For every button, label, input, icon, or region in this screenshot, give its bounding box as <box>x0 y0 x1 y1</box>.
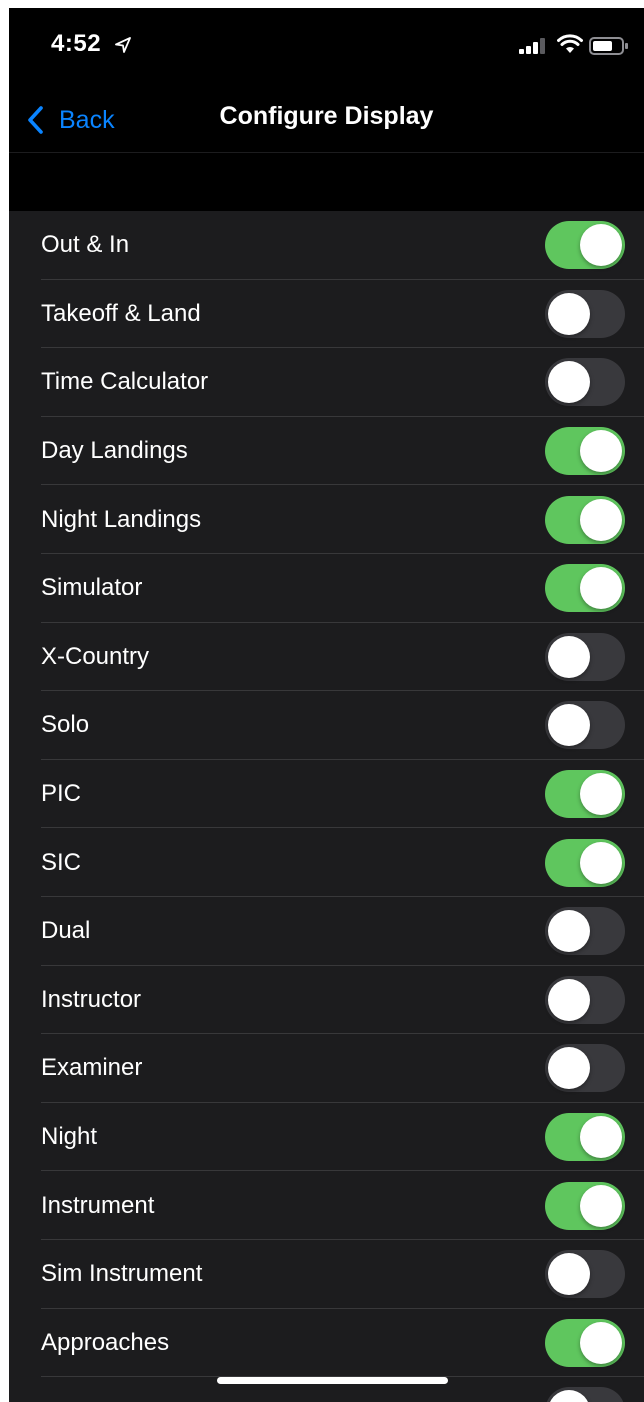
toggle-switch[interactable] <box>545 770 625 819</box>
status-time: 4:52 <box>51 30 102 57</box>
settings-row: Takeoff & Land <box>9 280 644 349</box>
toggle-switch[interactable] <box>545 1181 625 1230</box>
settings-row-label: Instrument <box>41 1191 155 1219</box>
settings-row: Out & In <box>9 211 644 280</box>
settings-row: Solo <box>9 691 644 760</box>
settings-row: X-Country <box>9 623 644 692</box>
location-arrow-icon <box>115 37 131 53</box>
toggle-switch[interactable] <box>545 1387 625 1402</box>
settings-row-label: Time Calculator <box>41 368 209 396</box>
toggle-switch[interactable] <box>545 221 625 270</box>
app-screen: 4:52 Back Configure Display Out & In Tak… <box>9 8 644 1402</box>
cellular-signal-icon <box>519 38 545 54</box>
settings-row-label: Examiner <box>41 1054 143 1082</box>
settings-row: Examiner <box>9 1034 644 1103</box>
toggle-switch[interactable] <box>545 358 625 407</box>
toggle-knob <box>580 567 622 610</box>
settings-row-label: Out & In <box>41 231 130 259</box>
toggle-knob <box>548 292 590 335</box>
settings-row-label: SIC <box>41 848 82 876</box>
settings-row: Day Landings <box>9 417 644 486</box>
settings-row: PIC <box>9 760 644 829</box>
settings-row-label: Takeoff & Land <box>41 299 201 327</box>
toggle-knob <box>580 841 622 884</box>
settings-row-label: Day Landings <box>41 437 188 465</box>
settings-row: Time Calculator <box>9 348 644 417</box>
toggle-knob <box>548 361 590 404</box>
settings-row: SIC <box>9 828 644 897</box>
toggle-switch[interactable] <box>545 495 625 544</box>
toggle-knob <box>548 704 590 747</box>
battery-icon <box>589 37 628 55</box>
settings-row: Instructor <box>9 966 644 1035</box>
settings-row: Instrument <box>9 1171 644 1240</box>
settings-row-label: Instructor <box>41 985 142 1013</box>
settings-row: Night <box>9 1103 644 1172</box>
settings-row: Approaches <box>9 1309 644 1378</box>
toggle-switch[interactable] <box>545 975 625 1024</box>
toggle-knob <box>548 1253 590 1296</box>
wifi-icon <box>557 34 583 53</box>
settings-row: Night Landings <box>9 485 644 554</box>
settings-row-label: Sim Instrument <box>41 1260 203 1288</box>
toggle-knob <box>580 1116 622 1159</box>
settings-row: Simulator <box>9 554 644 623</box>
home-indicator[interactable] <box>217 1377 448 1384</box>
page-title: Configure Display <box>219 102 434 130</box>
toggle-switch[interactable] <box>545 632 625 681</box>
toggle-knob <box>580 224 622 267</box>
toggle-knob <box>548 1047 590 1090</box>
toggle-knob <box>580 1184 622 1227</box>
toggle-switch[interactable] <box>545 1318 625 1367</box>
toggle-switch[interactable] <box>545 427 625 476</box>
toggle-knob <box>548 635 590 678</box>
toggle-knob <box>580 498 622 541</box>
settings-list: Out & In Takeoff & Land Time Calculator Day… <box>9 211 644 1402</box>
settings-row-label: X-Country <box>41 642 150 670</box>
toggle-knob <box>580 1321 622 1364</box>
settings-row-label: Simulator <box>41 574 143 602</box>
toggle-knob <box>548 1390 590 1402</box>
toggle-switch[interactable] <box>545 1044 625 1093</box>
settings-row-label: Approaches <box>41 1328 170 1356</box>
toggle-switch[interactable] <box>545 907 625 956</box>
settings-row: Sim Instrument <box>9 1240 644 1309</box>
toggle-switch[interactable] <box>545 1113 625 1162</box>
toggle-knob <box>548 978 590 1021</box>
toggle-switch[interactable] <box>545 1250 625 1299</box>
settings-row-label: PIC <box>41 780 82 808</box>
toggle-switch[interactable] <box>545 701 625 750</box>
settings-row-label: Solo <box>41 711 90 739</box>
settings-row: Dual <box>9 897 644 966</box>
toggle-switch[interactable] <box>545 289 625 338</box>
toggle-switch[interactable] <box>545 564 625 613</box>
toggle-knob <box>548 910 590 953</box>
status-bar: 4:52 <box>9 8 644 86</box>
settings-row-label: Night <box>41 1123 98 1151</box>
navigation-bar: Back Configure Display <box>9 86 644 153</box>
toggle-knob <box>580 773 622 816</box>
toggle-knob <box>580 430 622 473</box>
settings-row-label: Dual <box>41 917 91 945</box>
toggle-switch[interactable] <box>545 838 625 887</box>
settings-row-label: Night Landings <box>41 505 202 533</box>
